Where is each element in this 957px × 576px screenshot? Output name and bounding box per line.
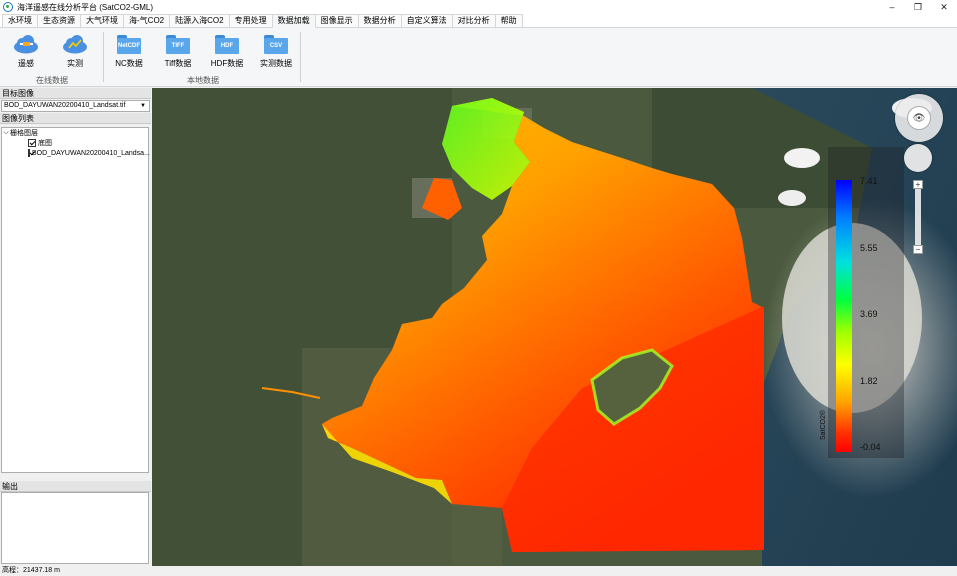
target-image-select[interactable]: BOD_DAYUWAN20200410_Landsat.tif ▼ [1, 100, 150, 112]
app-logo-icon [3, 2, 13, 12]
in-situ-label: 实测 [67, 59, 83, 68]
tab-compare-analysis[interactable]: 对比分析 [451, 14, 496, 27]
legend-label-3: 3.69 [860, 309, 878, 319]
legend-color-bar [836, 180, 852, 452]
legend-label-4: 1.82 [860, 376, 878, 386]
zoom-in-button[interactable]: + [913, 180, 923, 189]
tree-item-label: 底图 [38, 140, 52, 147]
legend-label-min: -0.04 [860, 442, 881, 452]
tiff-data-button[interactable]: TIFF Tiff数据 [156, 32, 200, 72]
output-header: 输出 [0, 481, 151, 492]
output-console[interactable] [1, 492, 149, 564]
legend-title: SatCO2® [820, 409, 827, 440]
nc-data-label: NC数据 [115, 59, 143, 68]
hdf-data-button[interactable]: HDF HDF数据 [205, 32, 249, 72]
ribbon-tabs: 水环境 生态资源 大气环境 海-气CO2 陆源入海CO2 专用处理 数据加载 图… [0, 14, 957, 28]
map-view[interactable]: 👁 + − 7.41 5.55 3.69 1.82 -0.04 SatCO2® [152, 88, 957, 566]
restore-button[interactable]: ❐ [905, 0, 931, 14]
tab-sea-air-co2[interactable]: 海-气CO2 [123, 14, 171, 27]
tree-root-raster-layers[interactable]: ⌵ 栅格图层 [2, 128, 148, 138]
tab-water-env[interactable]: 水环境 [2, 14, 38, 27]
tab-eco-resources[interactable]: 生态资源 [37, 14, 81, 27]
remote-sensing-label: 遥感 [18, 59, 34, 68]
tab-custom-algorithm[interactable]: 自定义算法 [400, 14, 453, 27]
group-separator [103, 32, 104, 82]
legend-label-2: 5.55 [860, 243, 878, 253]
window-title: 海洋遥感在线分析平台 (SatCO2-GML) [17, 2, 154, 12]
window-controls: – ❐ ✕ [879, 0, 957, 14]
group-separator [300, 32, 301, 82]
netcdf-folder-icon: NetCDF [117, 35, 141, 54]
hdf-data-label: HDF数据 [210, 59, 244, 68]
tree-root-label: 栅格图层 [10, 130, 38, 137]
cloud-chart-icon [62, 34, 88, 54]
zoom-slider[interactable] [915, 184, 921, 248]
minimize-button[interactable]: – [879, 0, 905, 14]
tiff-data-label: Tiff数据 [164, 59, 192, 68]
target-image-value: BOD_DAYUWAN20200410_Landsat.tif [4, 102, 126, 109]
chevron-down-icon[interactable]: ▼ [140, 101, 146, 111]
csv-data-button[interactable]: CSV 实测数据 [254, 32, 298, 72]
remote-sensing-button[interactable]: 遥感 [4, 32, 48, 72]
status-bar: 高程：21437.18 m [0, 566, 957, 576]
tab-help[interactable]: 帮助 [494, 14, 523, 27]
zoom-out-button[interactable]: − [913, 245, 923, 254]
in-situ-button[interactable]: 实测 [53, 32, 97, 72]
tab-special-processing[interactable]: 专用处理 [228, 14, 273, 27]
eye-icon[interactable]: 👁 [907, 106, 931, 130]
basemap-checkbox[interactable] [28, 139, 36, 147]
tiff-folder-icon: TIFF [166, 35, 190, 54]
left-panel: 目标图像 BOD_DAYUWAN20200410_Landsat.tif ▼ 图… [0, 88, 151, 566]
cloud-satellite-icon [13, 34, 39, 54]
nc-data-button[interactable]: NetCDF NC数据 [107, 32, 151, 72]
tab-data-analysis[interactable]: 数据分析 [357, 14, 402, 27]
online-data-group-label: 在线数据 [36, 76, 68, 85]
tab-atmosphere[interactable]: 大气环境 [80, 14, 124, 27]
elevation-readout: 高程：21437.18 m [2, 567, 60, 574]
local-data-group-label: 本地数据 [187, 76, 219, 85]
bod-layer-checkbox[interactable] [28, 149, 30, 157]
tree-item-basemap[interactable]: 底图 [2, 138, 148, 148]
csv-folder-icon: CSV [264, 35, 288, 54]
tilt-control[interactable] [904, 144, 932, 172]
ribbon-panel: 遥感 实测 在线数据 NetCDF NC数据 TIFF Tiff数据 HDF H… [0, 28, 957, 87]
tab-land-sea-co2[interactable]: 陆源入海CO2 [169, 14, 230, 27]
close-button[interactable]: ✕ [931, 0, 957, 14]
hdf-folder-icon: HDF [215, 35, 239, 54]
chevron-down-icon[interactable]: ⌵ [2, 129, 10, 137]
image-list-header: 图像列表 [0, 113, 151, 124]
tree-item-label: BOD_DAYUWAN20200410_Landsa... [32, 149, 150, 157]
title-bar: 海洋遥感在线分析平台 (SatCO2-GML) – ❐ ✕ [0, 0, 957, 14]
legend-label-max: 7.41 [860, 176, 878, 186]
target-image-header: 目标图像 [0, 88, 151, 99]
tab-data-loading[interactable]: 数据加载 [271, 14, 316, 28]
compass-control[interactable]: 👁 [895, 94, 943, 142]
csv-data-label: 实测数据 [260, 59, 292, 68]
tree-item-bod-layer[interactable]: BOD_DAYUWAN20200410_Landsa... [2, 148, 150, 158]
image-layer-tree: ⌵ 栅格图层 底图 BOD_DAYUWAN20200410_Landsa... [1, 127, 150, 473]
tab-image-display[interactable]: 图像显示 [314, 14, 359, 27]
